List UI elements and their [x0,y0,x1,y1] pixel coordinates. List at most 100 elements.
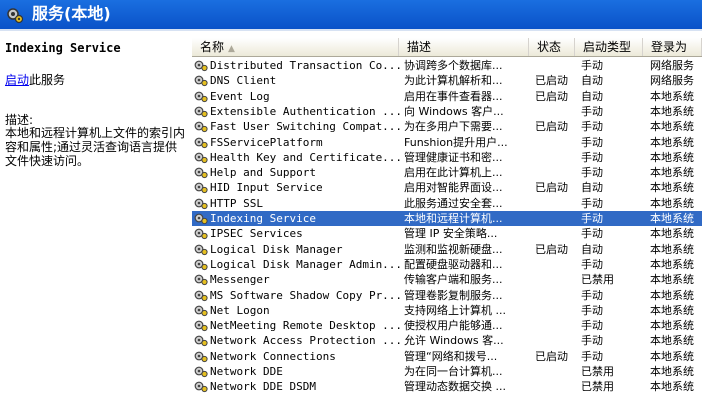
service-row[interactable]: Network Access Protection ... 允许 Windows … [192,333,702,348]
service-name: Network DDE DSDM [210,380,316,394]
header-bar: 服务(本地) [0,0,702,31]
service-logon-as: 网络服务 [650,74,694,88]
service-name: DNS Client [210,74,277,88]
service-gear-icon [194,198,208,209]
service-description: 管理动态数据交换 ... [404,380,506,394]
column-header-status[interactable]: 状态 [529,38,575,56]
service-startup-type: 已禁用 [581,273,614,287]
service-description: 为此计算机解析和... [404,74,503,88]
service-row[interactable]: Indexing Service 本地和远程计算机... 手动 本地系统 [192,211,702,226]
service-row[interactable]: Network DDE DSDM 管理动态数据交换 ... 已禁用 本地系统 [192,379,702,394]
service-status [535,196,579,211]
service-description: 此服务通过安全套... [404,196,503,210]
service-name: FSServicePlatform [210,135,323,149]
service-row[interactable]: Logical Disk Manager Admin... 配置硬盘驱动器和...… [192,257,702,272]
service-row[interactable]: Event Log 启用在事件查看器... 已启动 自动 本地系统 [192,89,702,104]
service-status [535,272,579,287]
column-header-startup-type[interactable]: 启动类型 [575,38,643,56]
service-status [535,58,579,73]
start-service-link[interactable]: 启动 [5,73,29,87]
service-status: 已启动 [535,120,568,134]
service-status: 已启动 [535,181,568,195]
selected-service-title: Indexing Service [5,41,121,55]
service-startup-type: 手动 [581,303,603,317]
column-header-name[interactable]: 名称 ▲ [192,38,399,56]
service-status [535,379,579,394]
service-logon-as: 本地系统 [650,166,694,180]
service-row[interactable]: Net Logon 支持网络上计算机 ... 手动 本地系统 [192,303,702,318]
service-gear-icon [194,75,208,87]
column-header-row: 名称 ▲ 描述 状态 启动类型 登录为 [192,38,702,57]
service-startup-type: 已禁用 [581,380,614,394]
service-name: Network DDE [210,365,283,378]
service-row[interactable]: HID Input Service 启用对智能界面设... 已启动 自动 本地系统 [192,180,702,195]
service-row[interactable]: Network Connections 管理“网络和拨号... 已启动 手动 本地系统 [192,349,702,364]
service-logon-as: 本地系统 [650,104,694,118]
service-logon-as: 本地系统 [650,212,694,225]
service-name: Distributed Transaction Co... [210,59,400,72]
service-name: HTTP SSL [210,196,263,210]
service-row[interactable]: DNS Client 为此计算机解析和... 已启动 自动 网络服务 [192,73,702,88]
service-row[interactable]: IPSEC Services 管理 IP 安全策略... 手动 本地系统 [192,226,702,241]
service-status [535,303,579,318]
service-startup-type: 自动 [581,89,603,103]
service-startup-type: 手动 [581,120,603,134]
column-header-logon-as[interactable]: 登录为 [643,38,702,56]
service-startup-type: 手动 [581,227,603,241]
service-gear-icon [194,381,208,393]
service-description: 支持网络上计算机 ... [404,303,506,317]
services-list[interactable]: 名称 ▲ 描述 状态 启动类型 登录为 Distributed Transacti… [192,38,702,393]
service-row[interactable]: Distributed Transaction Co... 协调跨多个数据库...… [192,58,702,73]
service-logon-as: 本地系统 [650,380,694,394]
service-row[interactable]: MS Software Shadow Copy Pr... 管理卷影复制服务...… [192,288,702,303]
service-startup-type: 自动 [581,242,603,256]
service-description: 为在同一台计算机... [404,365,503,378]
service-logon-as: 本地系统 [650,288,694,302]
service-row[interactable]: Help and Support 启用在此计算机上... 手动 本地系统 [192,165,702,180]
service-startup-type: 手动 [581,257,603,271]
service-startup-type: 手动 [581,150,603,164]
service-status: 已启动 [535,349,568,363]
service-status: 已启动 [535,89,568,103]
service-row[interactable]: FSServicePlatform Funshion提升用户... 手动 本地系统 [192,135,702,150]
service-description: 启用在此计算机上... [404,166,503,180]
service-gear-icon [194,244,208,255]
service-row[interactable]: Extensible Authentication ... 向 Windows 客… [192,104,702,119]
service-row[interactable]: Logical Disk Manager 监测和监视新硬盘... 已启动 自动 本地系统 [192,242,702,257]
service-description: 配置硬盘驱动器和... [404,257,503,271]
service-gear-icon [194,182,208,194]
sort-ascending-icon: ▲ [228,44,235,54]
service-status [535,364,579,379]
service-gear-icon [194,274,208,286]
service-name: Indexing Service [210,212,316,225]
service-startup-type: 手动 [581,334,603,348]
service-status: 已启动 [535,242,568,256]
service-name: Extensible Authentication ... [210,104,400,118]
service-row[interactable]: Health Key and Certificate... 管理健康证书和密...… [192,150,702,165]
service-description: 本地和远程计算机... [404,212,503,225]
service-gear-icon [194,335,208,347]
service-startup-type: 手动 [581,288,603,302]
service-description: 启用对智能界面设... [404,181,503,195]
service-startup-type: 手动 [581,196,603,210]
service-name: Logical Disk Manager Admin... [210,257,400,271]
column-header-description[interactable]: 描述 [399,38,529,56]
service-name: NetMeeting Remote Desktop ... [210,319,400,333]
service-row[interactable]: NetMeeting Remote Desktop ... 使授权用户能够通...… [192,318,702,333]
service-name: Fast User Switching Compat... [210,120,400,134]
page-title: 服务(本地) [32,4,111,23]
service-row[interactable]: Network DDE 为在同一台计算机... 已禁用 本地系统 [192,364,702,379]
service-name: Event Log [210,89,270,103]
service-row[interactable]: Messenger 传输客户端和服务... 已禁用 本地系统 [192,272,702,287]
service-gear-icon [194,121,208,133]
service-startup-type: 手动 [581,319,603,333]
service-name: Health Key and Certificate... [210,150,400,164]
service-name: Logical Disk Manager [210,242,343,256]
service-row[interactable]: Fast User Switching Compat... 为在多用户下需要...… [192,119,702,134]
service-description: 管理健康证书和密... [404,150,503,164]
start-service-suffix: 此服务 [29,73,66,87]
service-row[interactable]: HTTP SSL 此服务通过安全套... 手动 本地系统 [192,196,702,211]
service-logon-as: 本地系统 [650,334,694,348]
service-description: 传输客户端和服务... [404,273,503,287]
service-logon-as: 本地系统 [650,319,694,333]
